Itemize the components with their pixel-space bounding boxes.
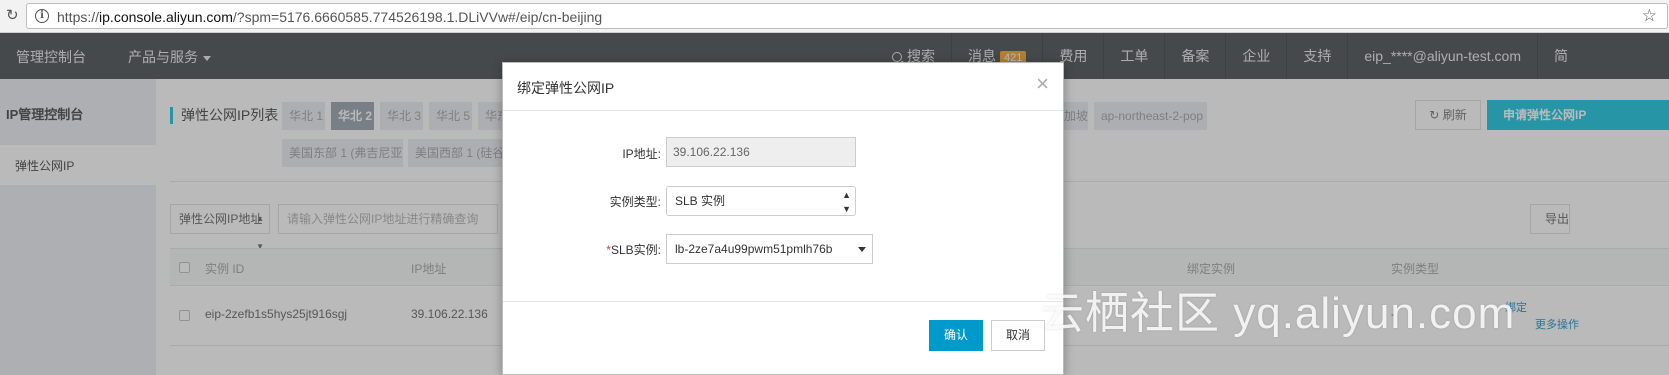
slb-instance-label-text: SLB实例: [610,243,661,257]
chevron-down-icon [858,247,866,252]
slb-instance-dropdown[interactable]: lb-2ze7a4u99pwm51pmlh76b [666,234,873,264]
browser-address-bar: ↻ i https://ip.console.aliyun.com/?spm=5… [0,0,1669,33]
url-field[interactable]: i https://ip.console.aliyun.com/?spm=517… [26,3,1668,29]
close-icon[interactable]: × [1036,71,1049,97]
instance-type-label: 实例类型: [609,195,661,209]
updown-arrow-icon: ▲ ▼ [842,190,851,214]
dialog-title: 绑定弹性公网IP [517,80,615,96]
bind-eip-dialog: 绑定弹性公网IP × IP地址: 39.106.22.136 实例类型: SLB… [502,62,1064,375]
reload-icon[interactable]: ↻ [6,8,19,24]
slb-instance-label: *SLB实例: [503,241,661,258]
slb-instance-value: lb-2ze7a4u99pwm51pmlh76b [675,242,833,256]
instance-type-select[interactable]: SLB 实例 ▲ ▼ [666,186,856,216]
url-text[interactable]: https://ip.console.aliyun.com/?spm=5176.… [57,9,602,25]
dialog-footer-divider [503,301,1063,302]
ip-address-label: IP地址: [622,147,661,161]
confirm-button[interactable]: 确认 [929,320,983,351]
instance-type-value: SLB 实例 [675,194,726,208]
watermark: 云栖社区 yq.aliyun.com [1040,289,1516,338]
bookmark-star-icon[interactable]: ☆ [1642,6,1657,26]
ip-address-field: 39.106.22.136 [666,137,856,167]
dialog-divider [503,110,1063,111]
cancel-button[interactable]: 取消 [991,320,1045,351]
info-icon[interactable]: i [35,9,49,23]
